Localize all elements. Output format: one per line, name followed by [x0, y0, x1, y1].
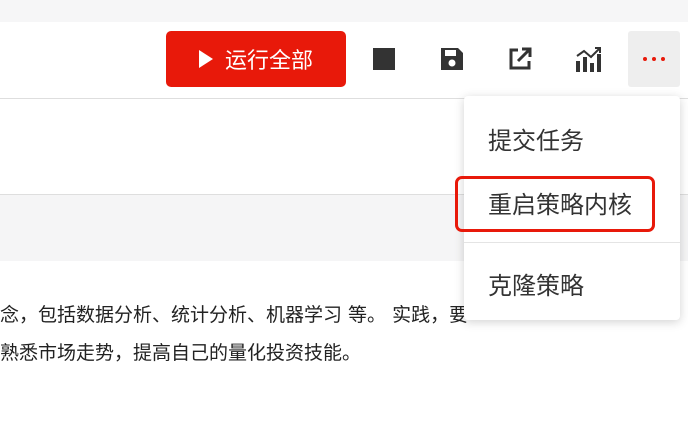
menu-item-submit-task[interactable]: 提交任务	[488, 121, 584, 156]
export-button[interactable]	[500, 38, 540, 80]
highlight-box	[455, 176, 655, 232]
play-icon	[198, 50, 213, 68]
more-button[interactable]	[628, 31, 680, 87]
chart-icon	[576, 47, 601, 72]
more-dot-icon	[652, 57, 656, 61]
more-dot-icon	[661, 57, 665, 61]
menu-item-clone-strategy[interactable]: 克隆策略	[488, 266, 584, 301]
save-icon	[441, 48, 463, 70]
chart-button[interactable]	[568, 38, 608, 80]
save-button[interactable]	[432, 38, 472, 80]
export-icon	[509, 47, 532, 70]
menu-divider	[464, 242, 680, 243]
stop-icon	[373, 48, 395, 70]
content-line-1: 念，包括数据分析、统计分析、机器学习 等。 实践，要	[0, 304, 469, 326]
content-line-2: 熟悉市场走势，提高自己的量化投资技能。	[0, 342, 362, 364]
run-all-button[interactable]: 运行全部	[166, 31, 346, 87]
more-dot-icon	[643, 57, 647, 61]
top-strip	[0, 0, 688, 22]
run-all-label: 运行全部	[224, 49, 313, 74]
stop-button[interactable]	[364, 38, 404, 80]
